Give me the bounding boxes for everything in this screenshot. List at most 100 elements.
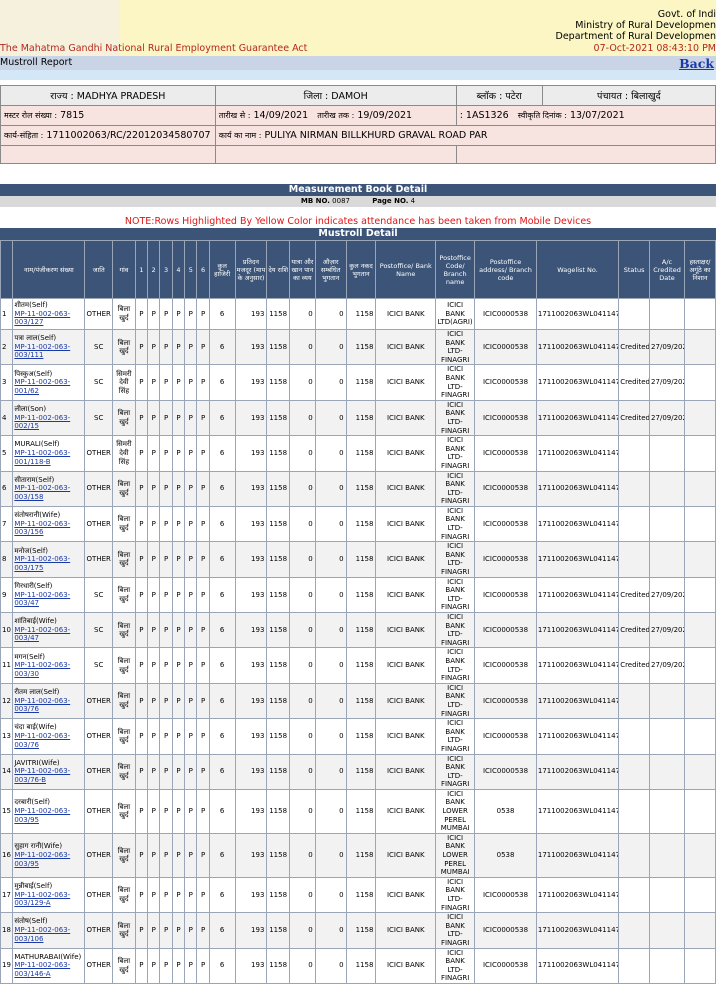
caste: OTHER: [85, 789, 113, 833]
serial-number: 16: [1, 833, 13, 877]
caste: OTHER: [85, 719, 113, 754]
attendance-day: P: [160, 577, 172, 612]
work-code-cell: कार्य-संहिता : 1711002063/RC/22012034580…: [1, 126, 216, 146]
wagelist-no: 1711002063WL041147: [536, 877, 618, 912]
attendance-day: P: [148, 400, 160, 435]
total-attendance: 6: [209, 365, 235, 400]
attendance-day: P: [135, 436, 147, 471]
date-range-cell: तारीख से : 14/09/2021 तारीख तक : 19/09/2…: [215, 106, 456, 126]
registration-link[interactable]: MP-11-002-063-003/146-A: [14, 961, 70, 978]
attendance-day: P: [197, 613, 209, 648]
serial-number: 4: [1, 400, 13, 435]
wagelist-no: 1711002063WL041147: [536, 683, 618, 718]
total-cash: 1158: [346, 948, 376, 983]
registration-link[interactable]: MP-11-002-063-003/106: [14, 926, 70, 943]
branch-code: ICIC0000538: [475, 648, 537, 683]
caste: OTHER: [85, 754, 113, 789]
registration-link[interactable]: MP-11-002-063-003/30: [14, 661, 70, 678]
attendance-day: P: [160, 754, 172, 789]
registration-link[interactable]: MP-11-002-063-003/129-A: [14, 891, 70, 908]
branch-name: ICICI BANK LTD-FINAGRI: [436, 506, 475, 541]
attendance-day: P: [197, 789, 209, 833]
amount-due: 1158: [267, 299, 290, 330]
worker-name-cell: लीला(Son)MP-11-002-063-002/15: [13, 400, 85, 435]
registration-link[interactable]: MP-11-002-063-003/47: [14, 591, 70, 608]
worker-name: सीताराम(Self): [14, 476, 54, 484]
daily-wage: 193: [235, 913, 267, 948]
branch-code: ICIC0000538: [475, 683, 537, 718]
amount-due: 1158: [267, 948, 290, 983]
caste: OTHER: [85, 913, 113, 948]
amount-due: 1158: [267, 719, 290, 754]
daily-wage: 193: [235, 789, 267, 833]
table-row: 4लीला(Son)MP-11-002-063-002/15SCबिला खुर…: [1, 400, 716, 435]
attendance-day: P: [172, 789, 184, 833]
village: बिला खुर्द: [113, 542, 136, 577]
daily-wage: 193: [235, 299, 267, 330]
registration-link[interactable]: MP-11-002-063-003/158: [14, 484, 70, 501]
attendance-day: P: [135, 577, 147, 612]
worker-name: MURALI(Self): [14, 440, 59, 448]
attendance-day: P: [135, 719, 147, 754]
total-attendance: 6: [209, 542, 235, 577]
signature-cell: [685, 683, 716, 718]
total-attendance: 6: [209, 754, 235, 789]
back-link[interactable]: Back: [679, 56, 714, 72]
caste: SC: [85, 400, 113, 435]
attendance-day: P: [197, 365, 209, 400]
total-attendance: 6: [209, 299, 235, 330]
work-code: 1711002063/RC/22012034580707: [46, 130, 210, 141]
registration-link[interactable]: MP-11-002-063-003/76: [14, 732, 70, 749]
total-cash: 1158: [346, 789, 376, 833]
tools-payment: 0: [315, 365, 346, 400]
registration-link[interactable]: MP-11-002-063-003/76: [14, 697, 70, 714]
branch-name: ICICI BANK LTD(AGRI): [436, 299, 475, 330]
attendance-day: P: [172, 683, 184, 718]
registration-link[interactable]: MP-11-002-063-001/62: [14, 378, 70, 395]
bank-name: ICICI BANK: [376, 754, 436, 789]
signature-cell: [685, 754, 716, 789]
tools-payment: 0: [315, 471, 346, 506]
registration-link[interactable]: MP-11-002-063-001/118-B: [14, 449, 70, 466]
bank-name: ICICI BANK: [376, 436, 436, 471]
branch-code: ICIC0000538: [475, 400, 537, 435]
status: [619, 299, 650, 330]
work-name-cell: कार्य का नाम : PULIYA NIRMAN BILLKHURD G…: [215, 126, 715, 146]
bank-name: ICICI BANK: [376, 471, 436, 506]
tools-payment: 0: [315, 683, 346, 718]
daily-wage: 193: [235, 400, 267, 435]
bank-name: ICICI BANK: [376, 833, 436, 877]
credited-date: 27/09/2021: [650, 577, 685, 612]
signature-cell: [685, 506, 716, 541]
registration-link[interactable]: MP-11-002-063-003/76-B: [14, 767, 70, 784]
registration-link[interactable]: MP-11-002-063-003/127: [14, 310, 70, 327]
registration-link[interactable]: MP-11-002-063-003/111: [14, 343, 70, 360]
registration-link[interactable]: MP-11-002-063-002/15: [14, 414, 70, 431]
report-datetime: 07-Oct-2021 08:43:10 PM: [594, 43, 716, 54]
wagelist-no: 1711002063WL041147: [536, 471, 618, 506]
status: [619, 719, 650, 754]
table-row: 18संतोष(Self)MP-11-002-063-003/106OTHERब…: [1, 913, 716, 948]
registration-link[interactable]: MP-11-002-063-003/175: [14, 555, 70, 572]
branch-name: ICICI BANK LTD-FINAGRI: [436, 577, 475, 612]
district-cell-2: जिला : DAMOH: [215, 86, 456, 106]
caste: SC: [85, 648, 113, 683]
signature-cell: [685, 948, 716, 983]
attendance-day: P: [185, 613, 197, 648]
village: बिला खुर्द: [113, 330, 136, 365]
worker-name: चंदा बाई(Wife): [14, 723, 56, 731]
registration-link[interactable]: MP-11-002-063-003/156: [14, 520, 70, 537]
bank-name: ICICI BANK: [376, 365, 436, 400]
status: [619, 754, 650, 789]
table-row: 13चंदा बाई(Wife)MP-11-002-063-003/76OTHE…: [1, 719, 716, 754]
registration-link[interactable]: MP-11-002-063-003/47: [14, 626, 70, 643]
branch-code: ICIC0000538: [475, 506, 537, 541]
total-attendance: 6: [209, 400, 235, 435]
registration-link[interactable]: MP-11-002-063-003/95: [14, 851, 70, 868]
registration-link[interactable]: MP-11-002-063-003/95: [14, 807, 70, 824]
worker-name: लीला(Son): [14, 405, 46, 413]
attendance-day: P: [197, 948, 209, 983]
mobile-attendance-note: NOTE:Rows Highlighted By Yellow Color in…: [0, 215, 716, 228]
attendance-day: P: [197, 683, 209, 718]
attendance-day: P: [197, 506, 209, 541]
